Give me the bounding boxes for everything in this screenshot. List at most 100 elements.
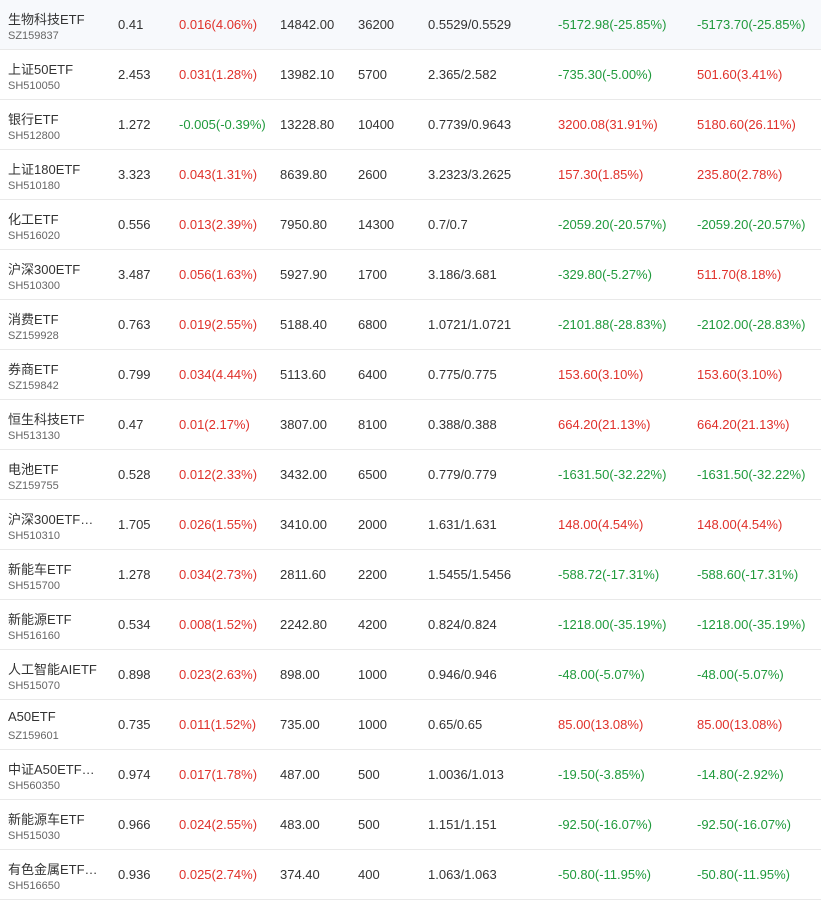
price-cell: 0.735 bbox=[118, 717, 151, 732]
profit-loss-cell: 3200.08(31.91%) bbox=[558, 117, 658, 132]
etf-name[interactable]: 券商ETF bbox=[8, 359, 59, 378]
quantity-cell: 500 bbox=[358, 767, 380, 782]
table-row[interactable]: 沪深300ETF SH510300 3.487 0.056(1.63%) 592… bbox=[0, 250, 821, 300]
profit-loss-total-cell: -1218.00(-35.19%) bbox=[697, 617, 806, 632]
name-cell[interactable]: 消费ETF SZ159928 bbox=[8, 300, 108, 349]
price-cell: 3.323 bbox=[118, 167, 151, 182]
etf-name[interactable]: 恒生科技ETF bbox=[8, 409, 85, 428]
etf-name[interactable]: 新能源ETF bbox=[8, 609, 72, 628]
profit-loss-cell: 664.20(21.13%) bbox=[558, 417, 651, 432]
name-cell[interactable]: 新能车ETF SH515700 bbox=[8, 550, 108, 599]
table-row[interactable]: 消费ETF SZ159928 0.763 0.019(2.55%) 5188.4… bbox=[0, 300, 821, 350]
market-value-cell: 735.00 bbox=[280, 717, 320, 732]
cost-cell: 1.0036/1.013 bbox=[428, 767, 504, 782]
etf-code: SH515030 bbox=[8, 830, 60, 842]
cost-cell: 0.7/0.7 bbox=[428, 217, 468, 232]
profit-loss-cell: -2059.20(-20.57%) bbox=[558, 217, 667, 232]
table-row[interactable]: 有色金属ETF… SH516650 0.936 0.025(2.74%) 374… bbox=[0, 850, 821, 900]
change-cell: 0.011(1.52%) bbox=[179, 717, 257, 732]
price-cell: 1.272 bbox=[118, 117, 151, 132]
price-cell: 0.898 bbox=[118, 667, 151, 682]
name-cell[interactable]: 中证A50ETF… SH560350 bbox=[8, 750, 108, 799]
table-row[interactable]: 新能车ETF SH515700 1.278 0.034(2.73%) 2811.… bbox=[0, 550, 821, 600]
price-cell: 0.966 bbox=[118, 817, 151, 832]
table-row[interactable]: 中证A50ETF… SH560350 0.974 0.017(1.78%) 48… bbox=[0, 750, 821, 800]
name-cell[interactable]: 上证180ETF SH510180 bbox=[8, 150, 108, 199]
profit-loss-cell: 153.60(3.10%) bbox=[558, 367, 644, 382]
etf-code: SH516160 bbox=[8, 630, 60, 642]
cost-cell: 1.151/1.151 bbox=[428, 817, 497, 832]
name-cell[interactable]: 新能源ETF SH516160 bbox=[8, 600, 108, 649]
name-cell[interactable]: 银行ETF SH512800 bbox=[8, 100, 108, 149]
profit-loss-total-cell: 148.00(4.54%) bbox=[697, 517, 783, 532]
name-cell[interactable]: A50ETF SZ159601 bbox=[8, 700, 108, 749]
name-cell[interactable]: 有色金属ETF… SH516650 bbox=[8, 850, 108, 899]
change-cell: 0.016(4.06%) bbox=[179, 17, 258, 32]
name-cell[interactable]: 人工智能AIETF SH515070 bbox=[8, 650, 108, 699]
price-cell: 0.528 bbox=[118, 467, 151, 482]
table-row[interactable]: 生物科技ETF SZ159837 0.41 0.016(4.06%) 14842… bbox=[0, 0, 821, 50]
change-cell: 0.024(2.55%) bbox=[179, 817, 258, 832]
etf-code: SH510300 bbox=[8, 280, 60, 292]
table-row[interactable]: 沪深300ETF… SH510310 1.705 0.026(1.55%) 34… bbox=[0, 500, 821, 550]
quantity-cell: 2200 bbox=[358, 567, 387, 582]
etf-code: SH560350 bbox=[8, 780, 60, 792]
etf-name[interactable]: 化工ETF bbox=[8, 209, 59, 228]
quantity-cell: 6400 bbox=[358, 367, 387, 382]
profit-loss-cell: -5172.98(-25.85%) bbox=[558, 17, 667, 32]
etf-name[interactable]: 上证180ETF bbox=[8, 159, 80, 178]
table-row[interactable]: 恒生科技ETF SH513130 0.47 0.01(2.17%) 3807.0… bbox=[0, 400, 821, 450]
name-cell[interactable]: 电池ETF SZ159755 bbox=[8, 450, 108, 499]
etf-name[interactable]: 银行ETF bbox=[8, 109, 59, 128]
market-value-cell: 3410.00 bbox=[280, 517, 327, 532]
etf-name[interactable]: 上证50ETF bbox=[8, 59, 73, 78]
profit-loss-total-cell: 5180.60(26.11%) bbox=[697, 117, 796, 132]
change-cell: -0.005(-0.39%) bbox=[179, 117, 266, 132]
holdings-table: 生物科技ETF SZ159837 0.41 0.016(4.06%) 14842… bbox=[0, 0, 821, 900]
table-row[interactable]: 券商ETF SZ159842 0.799 0.034(4.44%) 5113.6… bbox=[0, 350, 821, 400]
etf-name[interactable]: 沪深300ETF bbox=[8, 259, 80, 278]
profit-loss-total-cell: -14.80(-2.92%) bbox=[697, 767, 784, 782]
etf-name[interactable]: A50ETF bbox=[8, 709, 56, 724]
table-row[interactable]: 上证50ETF SH510050 2.453 0.031(1.28%) 1398… bbox=[0, 50, 821, 100]
market-value-cell: 483.00 bbox=[280, 817, 320, 832]
cost-cell: 1.5455/1.5456 bbox=[428, 567, 512, 582]
etf-code: SZ159755 bbox=[8, 480, 59, 492]
etf-name[interactable]: 中证A50ETF… bbox=[8, 759, 95, 778]
name-cell[interactable]: 化工ETF SH516020 bbox=[8, 200, 108, 249]
etf-name[interactable]: 人工智能AIETF bbox=[8, 659, 97, 678]
name-cell[interactable]: 上证50ETF SH510050 bbox=[8, 50, 108, 99]
name-cell[interactable]: 恒生科技ETF SH513130 bbox=[8, 400, 108, 449]
table-row[interactable]: 人工智能AIETF SH515070 0.898 0.023(2.63%) 89… bbox=[0, 650, 821, 700]
quantity-cell: 8100 bbox=[358, 417, 387, 432]
table-row[interactable]: 新能源车ETF SH515030 0.966 0.024(2.55%) 483.… bbox=[0, 800, 821, 850]
etf-code: SZ159928 bbox=[8, 330, 59, 342]
etf-name[interactable]: 电池ETF bbox=[8, 459, 59, 478]
cost-cell: 1.0721/1.0721 bbox=[428, 317, 512, 332]
etf-name[interactable]: 新能车ETF bbox=[8, 559, 72, 578]
name-cell[interactable]: 沪深300ETF… SH510310 bbox=[8, 500, 108, 549]
table-row[interactable]: 电池ETF SZ159755 0.528 0.012(2.33%) 3432.0… bbox=[0, 450, 821, 500]
table-row[interactable]: 新能源ETF SH516160 0.534 0.008(1.52%) 2242.… bbox=[0, 600, 821, 650]
change-cell: 0.023(2.63%) bbox=[179, 667, 258, 682]
profit-loss-cell: -2101.88(-28.83%) bbox=[558, 317, 667, 332]
table-row[interactable]: 化工ETF SH516020 0.556 0.013(2.39%) 7950.8… bbox=[0, 200, 821, 250]
name-cell[interactable]: 生物科技ETF SZ159837 bbox=[8, 0, 108, 49]
etf-name[interactable]: 有色金属ETF… bbox=[8, 859, 98, 878]
etf-name[interactable]: 新能源车ETF bbox=[8, 809, 85, 828]
etf-name[interactable]: 消费ETF bbox=[8, 309, 59, 328]
table-row[interactable]: A50ETF SZ159601 0.735 0.011(1.52%) 735.0… bbox=[0, 700, 821, 750]
cost-cell: 0.7739/0.9643 bbox=[428, 117, 512, 132]
table-row[interactable]: 银行ETF SH512800 1.272 -0.005(-0.39%) 1322… bbox=[0, 100, 821, 150]
profit-loss-cell: 148.00(4.54%) bbox=[558, 517, 644, 532]
cost-cell: 1.063/1.063 bbox=[428, 867, 497, 882]
table-row[interactable]: 上证180ETF SH510180 3.323 0.043(1.31%) 863… bbox=[0, 150, 821, 200]
etf-name[interactable]: 生物科技ETF bbox=[8, 9, 85, 28]
price-cell: 0.936 bbox=[118, 867, 151, 882]
profit-loss-total-cell: 85.00(13.08%) bbox=[697, 717, 783, 732]
name-cell[interactable]: 券商ETF SZ159842 bbox=[8, 350, 108, 399]
name-cell[interactable]: 新能源车ETF SH515030 bbox=[8, 800, 108, 849]
quantity-cell: 2600 bbox=[358, 167, 387, 182]
etf-name[interactable]: 沪深300ETF… bbox=[8, 509, 93, 528]
name-cell[interactable]: 沪深300ETF SH510300 bbox=[8, 250, 108, 299]
